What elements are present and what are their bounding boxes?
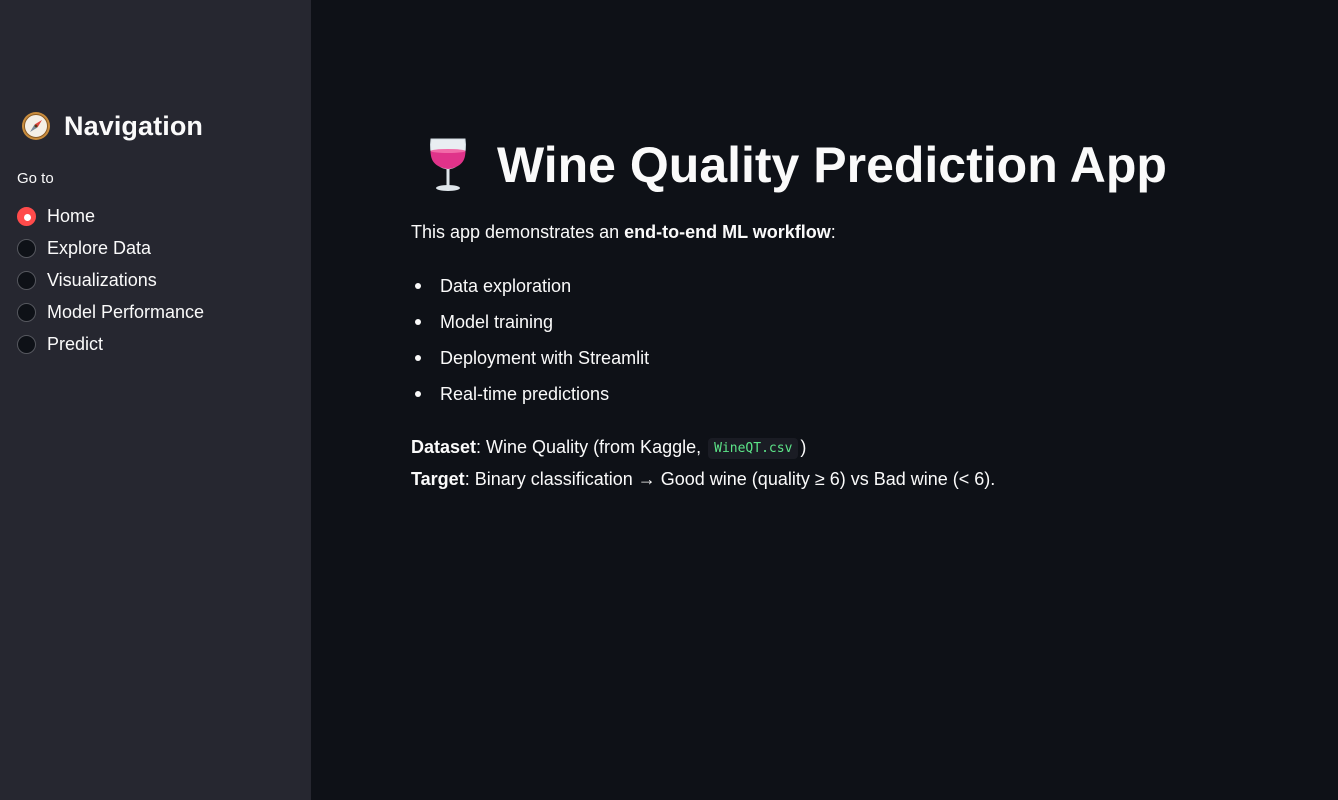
page-title: Wine Quality Prediction App xyxy=(497,137,1167,193)
app-root: Navigation Go to Home Explore Data Visua… xyxy=(0,0,1338,800)
radio-button[interactable] xyxy=(17,302,36,322)
info-block: Dataset: Wine Quality (from Kaggle, Wine… xyxy=(411,432,995,496)
dataset-end: ) xyxy=(800,437,807,457)
intro-prefix: This app demonstrates an xyxy=(411,222,625,242)
radio-group-label: Go to xyxy=(17,170,54,187)
intro-bold: end-to-end ML workflow xyxy=(624,222,831,242)
dataset-text: : Wine Quality (from Kaggle, xyxy=(476,437,707,457)
sidebar-title: Navigation xyxy=(64,110,204,141)
list-item: Model training xyxy=(411,304,649,340)
dataset-line: Dataset: Wine Quality (from Kaggle, Wine… xyxy=(411,432,995,464)
radio-option-home[interactable]: Home xyxy=(17,200,204,232)
radio-option-label: Predict xyxy=(47,333,104,354)
radio-option-predict[interactable]: Predict xyxy=(17,328,204,360)
radio-option-label: Home xyxy=(47,205,96,226)
radio-button-selected[interactable] xyxy=(17,206,36,226)
target-label: Target xyxy=(411,469,465,489)
target-line: Target: Binary classification → Good win… xyxy=(411,464,995,496)
radio-button[interactable] xyxy=(17,334,36,354)
radio-option-label: Model Performance xyxy=(47,301,205,322)
radio-option-model-performance[interactable]: Model Performance xyxy=(17,296,204,328)
sidebar-header: Navigation xyxy=(20,108,203,144)
dataset-filename: WineQT.csv xyxy=(708,438,799,459)
dataset-label: Dataset xyxy=(411,437,477,457)
navigation-radio-group: Home Explore Data Visualizations Model P… xyxy=(17,200,204,360)
radio-button[interactable] xyxy=(17,238,36,258)
intro-text: This app demonstrates an end-to-end ML w… xyxy=(411,222,836,243)
radio-option-label: Explore Data xyxy=(47,237,152,258)
list-item: Deployment with Streamlit xyxy=(411,340,649,376)
radio-option-explore-data[interactable]: Explore Data xyxy=(17,232,204,264)
wine-glass-icon xyxy=(426,135,470,195)
feature-list: Data exploration Model training Deployme… xyxy=(411,268,649,412)
main-content: Wine Quality Prediction App This app dem… xyxy=(311,0,1338,800)
intro-suffix: : xyxy=(830,222,836,242)
list-item: Real-time predictions xyxy=(411,376,649,412)
list-item: Data exploration xyxy=(411,268,649,304)
compass-icon xyxy=(20,110,52,142)
sidebar: Navigation Go to Home Explore Data Visua… xyxy=(0,0,311,800)
radio-button[interactable] xyxy=(17,270,36,290)
target-text: : Binary classification → Good wine (qua… xyxy=(464,469,996,489)
radio-option-visualizations[interactable]: Visualizations xyxy=(17,264,204,296)
radio-option-label: Visualizations xyxy=(47,269,157,290)
page-header: Wine Quality Prediction App xyxy=(426,132,1167,198)
